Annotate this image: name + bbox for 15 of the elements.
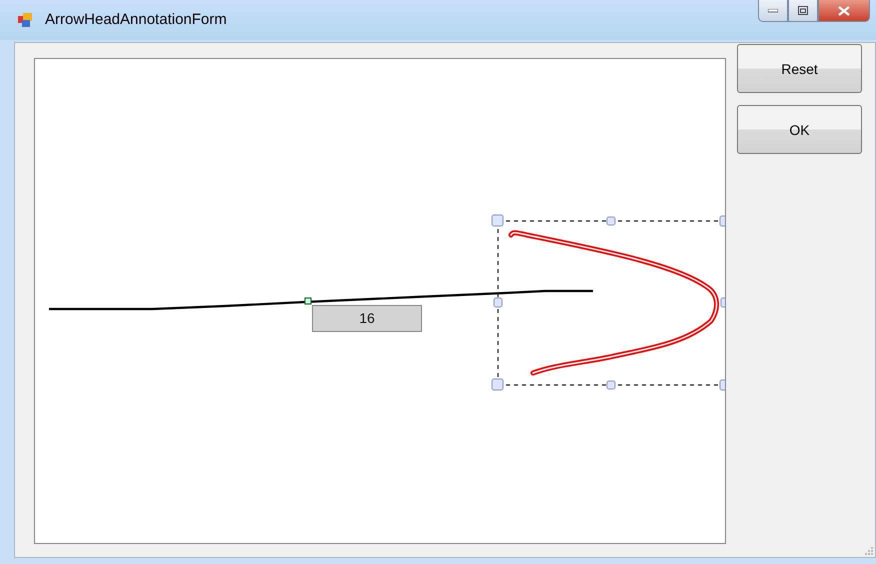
resize-grip[interactable] (865, 547, 873, 555)
close-icon (838, 6, 850, 16)
window-title: ArrowHeadAnnotationForm (45, 11, 227, 28)
length-label: 16 (312, 305, 422, 332)
app-icon (17, 12, 33, 28)
drawing-canvas[interactable]: 16 (34, 58, 726, 544)
minimize-button[interactable] (758, 0, 788, 22)
maximize-button[interactable] (788, 0, 818, 22)
minimize-icon (768, 8, 778, 12)
close-button[interactable] (818, 0, 870, 22)
form-button[interactable]: OK (737, 105, 862, 154)
form-button[interactable]: Reset (737, 44, 862, 93)
anchor-handle[interactable] (304, 298, 312, 304)
selection-box[interactable] (492, 214, 725, 390)
maximize-icon (798, 6, 808, 15)
